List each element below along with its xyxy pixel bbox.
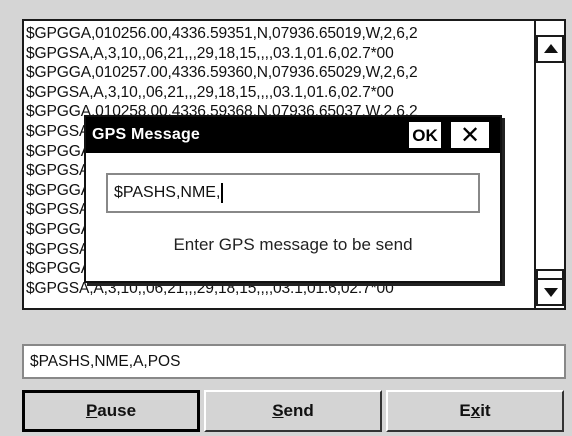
gps-message-dialog: GPS Message OK ✕ $PASHS,NME, Enter GPS m… (84, 115, 502, 283)
log-line: $GPGGA,010256.00,4336.59351,N,07936.6501… (26, 25, 418, 42)
send-label-rest: end (283, 401, 314, 420)
gps-message-input-value: $PASHS,NME, (114, 184, 221, 201)
exit-accel: x (470, 401, 481, 420)
scroll-down-button[interactable] (536, 278, 564, 306)
command-input-value: $PASHS,NME,A,POS (30, 353, 181, 370)
dialog-title: GPS Message (92, 126, 201, 143)
log-line: $GPGGA,010257.00,4336.59360,N,07936.6502… (26, 64, 418, 82)
close-icon[interactable]: ✕ (450, 121, 490, 149)
triangle-up-icon (544, 44, 558, 53)
gps-message-input[interactable]: $PASHS,NME, (106, 173, 480, 213)
command-input[interactable]: $PASHS,NME,A,POS (22, 344, 566, 379)
log-scrollbar[interactable] (534, 21, 564, 308)
exit-label-pre: E (459, 401, 471, 420)
send-button[interactable]: Send (204, 390, 382, 432)
log-line: $GPGSA,A,3,10,,06,21,,,29,18,15,,,,03.1,… (26, 44, 394, 62)
dialog-titlebar: GPS Message OK ✕ (86, 117, 500, 153)
dialog-ok-button[interactable]: OK (408, 121, 442, 149)
log-line: $GPGSA,A,3,10,,06,21,,,29,18,15,,,,03.1,… (26, 83, 394, 101)
send-accel: S (272, 401, 284, 420)
app-screen: $GPGGA,010256.00,4336.59351,N,07936.6501… (0, 0, 572, 436)
exit-label-rest: it (480, 401, 491, 420)
scroll-up-button[interactable] (536, 35, 564, 63)
dialog-prompt: Enter GPS message to be send (173, 235, 413, 254)
exit-button[interactable]: Exit (386, 390, 564, 432)
text-caret (221, 182, 224, 203)
triangle-down-icon (544, 288, 558, 297)
pause-label-rest: ause (97, 401, 137, 420)
pause-accel: P (85, 401, 98, 420)
pause-button[interactable]: Pause (22, 390, 200, 432)
